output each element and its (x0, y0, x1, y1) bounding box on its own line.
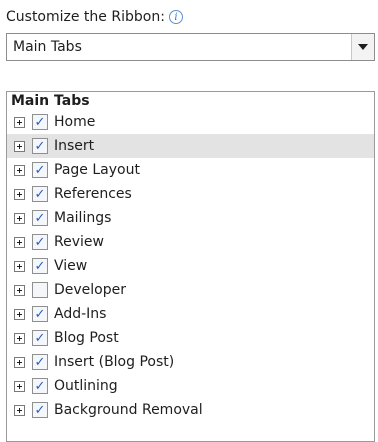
tree-item[interactable]: ✓ Insert (Blog Post) (7, 350, 374, 374)
expand-plus-icon[interactable] (14, 356, 25, 368)
tree-item-label: Developer (54, 282, 127, 298)
tree-item[interactable]: ✓ Review (7, 230, 374, 254)
expand-plus-icon[interactable] (14, 116, 25, 128)
tree-item[interactable]: ✓ Home (7, 110, 374, 134)
customize-ribbon-label: Customize the Ribbon: i (6, 6, 183, 28)
tree-item[interactable]: ✓ Add-Ins (7, 302, 374, 326)
checkmark-icon: ✓ (34, 162, 46, 178)
tab-checkbox[interactable]: ✓ (32, 282, 48, 298)
tree-item-label: Review (54, 234, 104, 250)
tree-item[interactable]: ✓ Developer (7, 278, 374, 302)
checkmark-icon: ✓ (34, 234, 46, 250)
chevron-down-icon (358, 44, 368, 50)
dropdown-arrow-button[interactable] (351, 34, 374, 60)
dropdown-selected-value: Main Tabs (13, 39, 82, 55)
tab-checkbox[interactable]: ✓ (32, 234, 48, 250)
tree-item[interactable]: ✓ Blog Post (7, 326, 374, 350)
tree-header: Main Tabs (11, 93, 90, 109)
checkmark-icon: ✓ (34, 306, 46, 322)
checkmark-icon: ✓ (34, 402, 46, 418)
tab-checkbox[interactable]: ✓ (32, 210, 48, 226)
checkmark-icon: ✓ (34, 138, 46, 154)
ribbon-tabs-tree: Main Tabs ✓ Home ✓ Insert ✓ Page Layout ✓ Refer… (6, 91, 375, 442)
tab-checkbox[interactable]: ✓ (32, 402, 48, 418)
tab-checkbox[interactable]: ✓ (32, 378, 48, 394)
customize-ribbon-text: Customize the Ribbon: (6, 9, 165, 25)
tab-checkbox[interactable]: ✓ (32, 258, 48, 274)
checkmark-icon: ✓ (34, 114, 46, 130)
tree-item-label: Blog Post (54, 330, 119, 346)
tree-item[interactable]: ✓ Page Layout (7, 158, 374, 182)
tab-checkbox[interactable]: ✓ (32, 306, 48, 322)
tree-item[interactable]: ✓ References (7, 182, 374, 206)
expand-plus-icon[interactable] (14, 404, 25, 416)
tab-checkbox[interactable]: ✓ (32, 354, 48, 370)
tab-checkbox[interactable]: ✓ (32, 330, 48, 346)
expand-plus-icon[interactable] (14, 380, 25, 392)
tab-checkbox[interactable]: ✓ (32, 114, 48, 130)
tree-item-label: Page Layout (54, 162, 140, 178)
customize-ribbon-panel: Customize the Ribbon: i Main Tabs Main T… (0, 0, 378, 442)
expand-plus-icon[interactable] (14, 212, 25, 224)
ribbon-tabs-dropdown[interactable]: Main Tabs (6, 33, 375, 61)
tab-checkbox[interactable]: ✓ (32, 162, 48, 178)
checkmark-icon: ✓ (34, 354, 46, 370)
tree-item-label: Background Removal (54, 402, 203, 418)
expand-plus-icon[interactable] (14, 284, 25, 296)
checkmark-icon: ✓ (34, 330, 46, 346)
tree-item-label: Outlining (54, 378, 118, 394)
expand-plus-icon[interactable] (14, 260, 25, 272)
tree-item[interactable]: ✓ Outlining (7, 374, 374, 398)
tab-checkbox[interactable]: ✓ (32, 138, 48, 154)
tree-item-list: ✓ Home ✓ Insert ✓ Page Layout ✓ References ✓ Mail… (7, 110, 374, 422)
expand-plus-icon[interactable] (14, 188, 25, 200)
expand-plus-icon[interactable] (14, 308, 25, 320)
tree-item[interactable]: ✓ Insert (7, 134, 374, 158)
expand-plus-icon[interactable] (14, 164, 25, 176)
tree-item-label: References (54, 186, 132, 202)
tree-item-label: Home (54, 114, 96, 130)
tree-item[interactable]: ✓ Mailings (7, 206, 374, 230)
expand-plus-icon[interactable] (14, 140, 25, 152)
expand-plus-icon[interactable] (14, 332, 25, 344)
tree-item-label: Mailings (54, 210, 112, 226)
tree-item-label: Insert (54, 138, 95, 154)
checkmark-icon: ✓ (34, 210, 46, 226)
tree-item-label: Add-Ins (54, 306, 107, 322)
checkmark-icon: ✓ (34, 186, 46, 202)
checkmark-icon: ✓ (34, 378, 46, 394)
tree-item[interactable]: ✓ Background Removal (7, 398, 374, 422)
tree-item-label: Insert (Blog Post) (54, 354, 175, 370)
checkmark-icon: ✓ (34, 258, 46, 274)
info-icon[interactable]: i (168, 10, 183, 24)
expand-plus-icon[interactable] (14, 236, 25, 248)
tree-item-label: View (54, 258, 88, 274)
tab-checkbox[interactable]: ✓ (32, 186, 48, 202)
tree-item[interactable]: ✓ View (7, 254, 374, 278)
